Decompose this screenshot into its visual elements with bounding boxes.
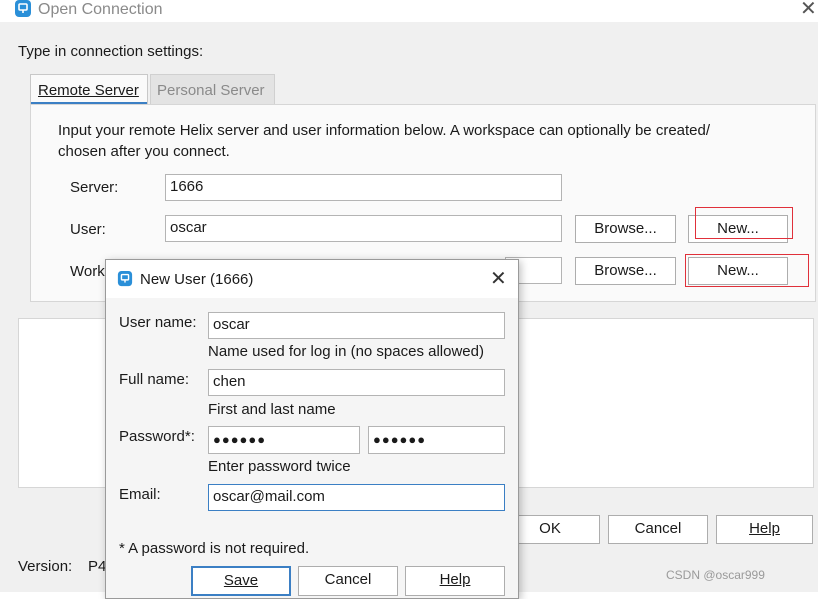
server-label: Server:	[70, 179, 119, 196]
full-name-field[interactable]: chen	[208, 369, 505, 396]
email-label: Email:	[119, 486, 161, 503]
version-value: P4	[88, 558, 107, 575]
workspace-label: Work	[70, 263, 105, 280]
server-field[interactable]: 1666	[165, 174, 562, 201]
highlight-box	[685, 254, 809, 287]
dialog-title: Open Connection	[38, 1, 163, 18]
close-icon[interactable]: ✕	[490, 266, 507, 291]
intro-text: Type in connection settings:	[18, 43, 204, 60]
browse-user-button[interactable]: Browse...	[575, 215, 676, 243]
helix-app-icon	[117, 271, 133, 287]
user-name-label: User name:	[119, 314, 197, 331]
password-label: Password*:	[119, 428, 195, 445]
password-confirm-field[interactable]: ●●●●●●	[368, 426, 505, 454]
close-icon[interactable]: ✕	[800, 0, 817, 19]
user-field[interactable]: oscar	[165, 215, 562, 242]
description-line-1: Input your remote Helix server and user …	[58, 122, 711, 139]
version-label: Version:	[18, 558, 73, 575]
browse-workspace-button[interactable]: Browse...	[575, 257, 676, 285]
description-line-2: chosen after you connect.	[58, 143, 230, 160]
user-name-field[interactable]: oscar	[208, 312, 505, 339]
watermark: CSDN @oscar999	[666, 568, 765, 582]
password-hint: Enter password twice	[208, 458, 351, 475]
password-field[interactable]: ●●●●●●	[208, 426, 360, 454]
tab-label: Personal Server	[157, 82, 265, 99]
help-button[interactable]: Help	[716, 515, 813, 544]
password-footnote: * A password is not required.	[119, 540, 310, 557]
helix-app-icon	[15, 0, 31, 17]
new-user-dialog-title: New User (1666)	[140, 271, 254, 288]
full-name-hint: First and last name	[208, 401, 336, 418]
tab-remote-server[interactable]: Remote Server	[30, 74, 148, 104]
new-user-dialog: New User (1666) ✕ User name: oscar Name …	[105, 259, 519, 599]
email-field[interactable]: oscar@mail.com	[208, 484, 505, 511]
full-name-label: Full name:	[119, 371, 190, 388]
user-name-hint: Name used for log in (no spaces allowed)	[208, 343, 484, 360]
highlight-box	[695, 207, 793, 239]
tab-personal-server[interactable]: Personal Server	[150, 74, 275, 104]
new-user-title-bar: New User (1666) ✕	[106, 260, 518, 298]
title-bar: Open Connection ✕	[0, 0, 818, 22]
user-label: User:	[70, 221, 106, 238]
tab-label: Remote Server	[38, 82, 139, 99]
cancel-button[interactable]: Cancel	[608, 515, 708, 544]
